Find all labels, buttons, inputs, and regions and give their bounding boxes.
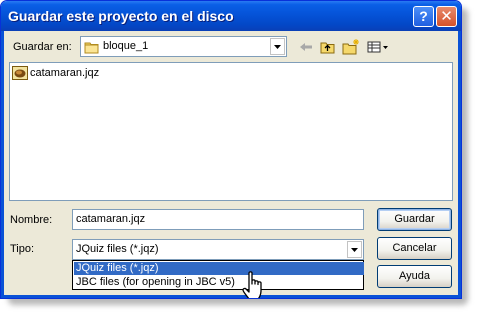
type-dropdown-arrow[interactable] xyxy=(347,241,362,258)
file-name: catamaran.jqz xyxy=(30,67,100,79)
type-option-jbc[interactable]: JBC files (for opening in JBC v5) xyxy=(74,276,364,289)
type-label: Tipo: xyxy=(10,243,35,255)
help-button[interactable]: Ayuda xyxy=(377,265,452,288)
file-list[interactable]: catamaran.jqz xyxy=(9,62,453,201)
save-in-value: bloque_1 xyxy=(103,40,149,52)
folder-icon xyxy=(84,40,100,57)
type-dropdown-list[interactable]: JQuiz files (*.jqz) JBC files (for openi… xyxy=(72,260,364,290)
view-menu-icon[interactable] xyxy=(366,38,390,56)
frame-right xyxy=(458,31,461,298)
chevron-down-icon xyxy=(351,247,358,252)
up-folder-icon[interactable] xyxy=(319,38,337,56)
hand-cursor-icon xyxy=(241,271,267,298)
list-item[interactable]: catamaran.jqz xyxy=(12,66,99,80)
type-combo[interactable]: JQuiz files (*.jqz) xyxy=(72,239,364,260)
save-dialog: Guardar este proyecto en el disco ? ✕ Gu… xyxy=(0,0,462,299)
help-title-button[interactable]: ? xyxy=(413,6,434,27)
cancel-button[interactable]: Cancelar xyxy=(377,237,452,260)
close-button[interactable]: ✕ xyxy=(436,6,457,27)
frame-bottom xyxy=(1,295,461,298)
save-in-label: Guardar en: xyxy=(13,41,72,53)
title-bar[interactable]: Guardar este proyecto en el disco ? ✕ xyxy=(1,1,461,31)
jclic-file-icon xyxy=(12,66,28,80)
window-title: Guardar este proyecto en el disco xyxy=(8,8,234,24)
type-option-jquiz[interactable]: JQuiz files (*.jqz) xyxy=(74,262,364,275)
save-button[interactable]: Guardar xyxy=(377,208,452,231)
save-in-dropdown-arrow[interactable] xyxy=(270,38,285,55)
name-field[interactable]: catamaran.jqz xyxy=(72,209,364,230)
name-label: Nombre: xyxy=(10,214,53,226)
frame-left xyxy=(1,31,4,298)
type-value: JQuiz files (*.jqz) xyxy=(76,243,159,255)
back-arrow-icon[interactable] xyxy=(297,38,315,56)
save-in-combo[interactable]: bloque_1 xyxy=(80,36,287,57)
chevron-down-icon xyxy=(274,44,281,49)
new-folder-icon[interactable] xyxy=(342,38,360,56)
